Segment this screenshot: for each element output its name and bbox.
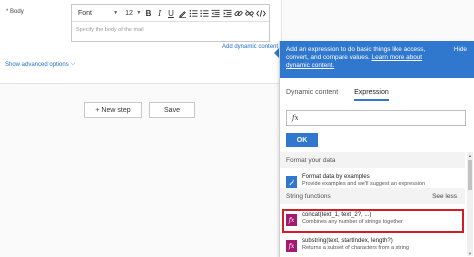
chevron-down-icon: ⌵ [70,61,76,67]
see-less-link[interactable]: See less [432,193,457,200]
bulleted-list-button[interactable] [188,7,198,19]
font-select-value: Font [78,9,93,17]
function-icon: fx [292,114,299,122]
format-data-icon [286,176,297,188]
chevron-down-icon: ▼ [136,10,142,16]
scroll-thumb[interactable] [468,160,472,190]
panel-scrollbar[interactable]: ▲ ▼ [467,152,473,256]
decrease-indent-button[interactable] [211,7,221,19]
selection-highlight-box [282,209,464,233]
remove-link-button[interactable] [245,7,255,19]
item-description: Provide examples and we'll suggest an ex… [302,181,426,187]
font-color-button[interactable] [177,7,187,19]
list-item-substring[interactable]: fx substring(text, startIndex, length?) … [286,238,464,257]
italic-button[interactable]: I [155,7,165,19]
code-icon [256,9,266,17]
body-text-area[interactable]: Specify the body of the mail [72,22,269,38]
section-format-your-data: Format your data [280,152,465,168]
expression-input[interactable]: fx [286,110,466,126]
link-icon [234,10,243,16]
unlink-icon [245,9,254,17]
add-dynamic-content-link[interactable]: Add dynamic content [222,44,278,50]
item-description: Returns a subset of characters from a st… [302,245,409,251]
scroll-down-arrow-icon[interactable]: ▼ [467,250,473,256]
chevron-down-icon: ▼ [113,10,119,16]
item-text: Format data by examples Provide examples… [302,174,425,188]
show-advanced-options-link[interactable]: Show advanced options ⌵ [5,61,75,68]
function-icon: fx [286,240,297,252]
body-label-text: Body [10,9,24,15]
numbered-list-button[interactable] [200,7,210,19]
section-string-functions: String functions See less [280,188,465,204]
insert-link-button[interactable] [233,7,243,19]
code-view-button[interactable] [256,7,266,19]
font-size-select[interactable]: 12 ▼ [124,7,142,19]
font-size-value: 12 [125,9,133,17]
item-title: Format data by examples [302,174,370,180]
section-title: Format your data [286,156,336,164]
banner-message: Add an expression to do basic things lik… [286,46,444,70]
body-rich-text-editor: Font ▼ 12 ▼ B I U Specify the body of th… [71,4,270,42]
numbered-list-icon [200,9,209,17]
dynamic-content-panel: Add an expression to do basic things lik… [279,41,474,257]
item-title: substring(text, startIndex, length?) [302,238,393,244]
save-button[interactable]: Save [149,102,195,118]
panel-tabs: Dynamic content Expression [286,89,389,101]
send-email-card: * Body Font ▼ 12 ▼ B I U Specify the bod… [0,0,282,84]
indent-icon [223,9,232,17]
font-family-select[interactable]: Font ▼ [75,7,121,19]
required-mark: * [6,9,9,15]
section-title: String functions [286,192,331,200]
info-banner: Add an expression to do basic things lik… [280,41,474,78]
bold-button[interactable]: B [143,7,153,19]
scroll-up-arrow-icon[interactable]: ▲ [467,152,473,158]
underline-button[interactable]: U [166,7,176,19]
tab-dynamic-content[interactable]: Dynamic content [286,89,338,101]
hide-button[interactable]: Hide [454,46,467,54]
pen-icon [178,10,186,18]
tab-expression[interactable]: Expression [354,89,389,101]
body-field-label: * Body [6,9,24,15]
new-step-button[interactable]: + New step [84,102,142,118]
bulleted-list-icon [189,9,198,17]
show-advanced-label: Show advanced options [5,61,69,68]
increase-indent-button[interactable] [222,7,232,19]
ok-button[interactable]: OK [286,133,318,147]
item-text: substring(text, startIndex, length?) Ret… [302,238,409,252]
editor-toolbar: Font ▼ 12 ▼ B I U [72,5,269,22]
outdent-icon [211,9,221,17]
